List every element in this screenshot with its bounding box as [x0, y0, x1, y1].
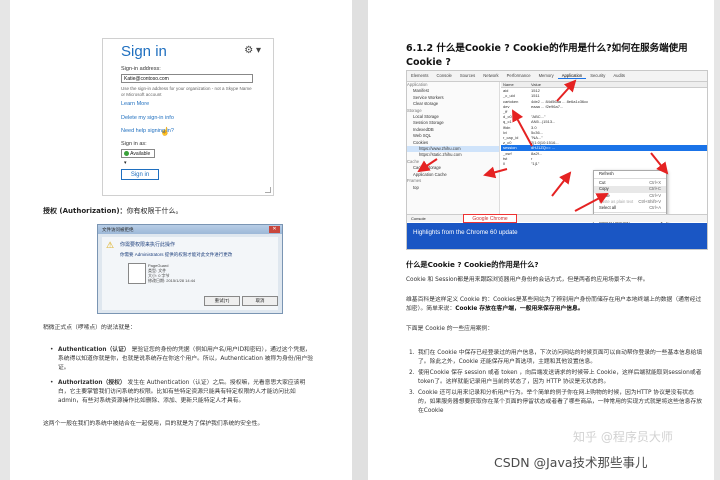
column-header: Name [503, 82, 514, 87]
close-icon: ✕ [269, 226, 280, 233]
authorization-label: 授权 (Authorization)： [43, 207, 127, 215]
sign-in-button: Sign in [121, 169, 159, 180]
gear-icon: ⚙ ▾ [244, 45, 261, 56]
cookie-value: "1|1" [531, 161, 540, 167]
context-menu-item: Refresh [594, 171, 666, 177]
list-item-3: 3. Cookie 还可以用来记录和分析用户行为。举个简单的例子你在网上购物的时候… [409, 389, 703, 416]
status-value: Available [130, 151, 151, 157]
file-info-line: 修改日期: 2015/1/28 14:44 [148, 278, 196, 283]
list-item-text: 我们在 Cookie 中保存已经登录过的用户信息，下次访问网站的时候页面可以自动… [418, 350, 703, 365]
devtools-tab: Application [557, 73, 587, 79]
devtools-tab: Performance [506, 73, 531, 78]
devtools-tabs: Elements Console Sources Network Performance… [407, 71, 707, 82]
chrome-devtools-screenshot: Elements Console Sources Network Performance… [406, 70, 708, 250]
document-page-left: Sign in ⚙ ▾ Sign-in address: Katie@conto… [10, 0, 352, 480]
devtools-sidebar-item: top [413, 184, 419, 190]
file-info: PageGuard 类型: 文件 大小: 0 字节 修改日期: 2015/1/2… [148, 263, 195, 283]
closing-paragraph: 这两个一般在我们的系统中被结合在一起使用，目的就是为了保护我们系统的安全性。 [43, 421, 264, 427]
sign-in-title: Sign in [121, 43, 167, 60]
list-number: 1. [409, 350, 415, 356]
dialog-message-1: 你需要权限来执行此操作 [120, 242, 176, 248]
dialog-title: 文件访问被拒绝 [98, 225, 282, 234]
intro-paragraph: 稍微正式点（啰嗦点）的说法就是： [43, 325, 136, 331]
need-help-link: Need help signing in? [121, 128, 174, 134]
sign-in-as-label: Sign in as: [121, 141, 147, 147]
dialog-message-2: 你需要 Administrators 提供的权限才能对此文件进行更改 [120, 252, 233, 257]
menu-item-shortcut: Ctrl+A [649, 205, 661, 211]
bullet-authorization: Authorization（授权） 发生在 Authentication（认证）… [50, 379, 314, 406]
console-drawer: Console [407, 214, 707, 222]
page-gap [352, 0, 368, 480]
list-item-1: 1. 我们在 Cookie 中保存已经登录过的用户信息，下次访问网站的时候页面可以… [409, 349, 703, 367]
devtools-tab: Sources [459, 73, 476, 78]
cookie-name: ll [503, 161, 505, 167]
paragraph-2-emphasis: Cookie 存放在客户端，一般用来保存用户信息。 [455, 306, 584, 312]
cookie-row: ll "1|1" [501, 161, 707, 166]
google-chrome-label: Google Chrome [463, 214, 517, 223]
menu-item-label: Select all [599, 205, 616, 211]
learn-more-link: Learn More [121, 101, 150, 107]
cancel-button: 取消 [242, 296, 278, 306]
list-item-2: 2. 使用Cookie 保存 session 或者 token ，向后端发送请求的… [409, 369, 703, 387]
status-select: Available ▾ [121, 149, 155, 166]
bullet-authentication: Authentication（认证） 是验证您的身份的凭据（例如用户名/用户ID… [50, 346, 314, 373]
list-item-text: 使用Cookie 保存 session 或者 token ，向后端发送请求的时候… [418, 370, 702, 385]
devtools-tab: Network [483, 73, 499, 78]
devtools-tab: Elements [411, 73, 429, 78]
context-menu-item: Select all Ctrl+A [594, 205, 666, 211]
devtools-tab: Security [590, 73, 606, 78]
document-page-right: 6.1.2 什么是Cookie ? Cookie的作用是什么?如何在服务端使用 … [368, 0, 714, 480]
resize-corner-icon [265, 187, 271, 193]
devtools-tab: Memory [538, 73, 554, 78]
sign-in-address-field: Katie@contoso.com [121, 74, 253, 83]
sign-in-screenshot: Sign in ⚙ ▾ Sign-in address: Katie@conto… [102, 38, 274, 196]
authorization-heading: 授权 (Authorization)：你有权限干什么。 [43, 206, 183, 216]
devtools-tab: Console [436, 73, 452, 78]
list-number: 3. [409, 390, 415, 396]
dialog-body: ⚠ 你需要权限来执行此操作 你需要 Administrators 提供的权限才能… [102, 237, 278, 310]
sign-in-hint: Use the sign-in address for your organiz… [121, 86, 252, 97]
paragraph-2: 维基百科是这样定义 Cookie 的：Cookies是某些网站为了辨别用户身份而… [406, 296, 706, 314]
paragraph-3: 下面是 Cookie 的一些应用案例： [406, 326, 494, 332]
menu-item-label: Paste [599, 192, 610, 198]
bullet-term: Authentication（认证） [58, 347, 130, 353]
access-denied-dialog-screenshot: 文件访问被拒绝 ✕ ⚠ 你需要权限来执行此操作 你需要 Administrato… [97, 224, 283, 314]
csdn-watermark: CSDN @Java技术那些事儿 [494, 455, 648, 470]
file-icon [128, 263, 146, 284]
menu-item-label: Refresh [599, 171, 614, 176]
bullet-term: Authorization（授权） [58, 380, 126, 386]
promo-banner: Highlights from the Chrome 60 update [407, 223, 707, 249]
retry-button: 重试(T) [204, 296, 240, 306]
column-header: Value [531, 82, 541, 87]
zhihu-watermark: 知乎 @程序员大师 [573, 430, 673, 444]
devtools-sidebar: Application Manifest Service Workers Clear … [407, 82, 500, 214]
sign-in-address-label: Sign-in address: [121, 66, 161, 72]
devtools-tab: Audits [613, 73, 625, 78]
delete-sign-in-info-link: Delete my sign-in info [121, 115, 174, 121]
authorization-text: 你有权限干什么。 [126, 207, 183, 215]
menu-item-label: Copy [599, 186, 609, 192]
section-heading: 6.1.2 什么是Cookie ? Cookie的作用是什么?如何在服务端使用 … [406, 43, 688, 68]
menu-item-label: Paste as plain text [599, 198, 634, 204]
menu-item-label: Cut [599, 180, 606, 186]
menu-separator [594, 178, 666, 180]
available-status-icon [124, 151, 129, 156]
paragraph-1: Cookie 和 Session都是用来跟踪浏览器用户身份的会话方式，但是两者的… [406, 277, 649, 283]
list-item-text: Cookie 还可以用来记录和分析用户行为。举个简单的例子你在网上购物的时候，因… [418, 390, 703, 414]
promo-text: Highlights from the Chrome 60 update [413, 229, 518, 236]
cookie-subheading: 什么是Cookie ? Cookie的作用是什么? [406, 260, 539, 269]
list-number: 2. [409, 370, 415, 376]
warning-icon: ⚠ [106, 240, 115, 250]
